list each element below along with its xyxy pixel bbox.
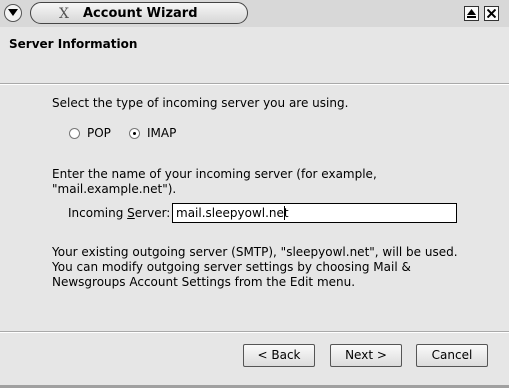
outgoing-info-line2: You can modify outgoing server settings … <box>52 260 411 274</box>
window-title: Account Wizard <box>83 6 198 21</box>
page-title: Server Information <box>9 37 138 51</box>
chevron-down-icon <box>8 9 18 16</box>
server-type-prompt: Select the type of incoming server you a… <box>52 96 349 110</box>
incoming-server-input[interactable]: mail.sleepyowl.net <box>172 203 457 223</box>
button-area-divider-highlight <box>0 332 509 333</box>
radio-imap[interactable] <box>129 128 140 139</box>
incoming-prompt-line1: Enter the name of your incoming server (… <box>52 167 377 181</box>
app-logo: X <box>59 6 69 22</box>
text-caret <box>284 206 285 220</box>
shade-button[interactable] <box>464 6 479 21</box>
title-pill: X Account Wizard <box>30 2 248 24</box>
back-button[interactable]: < Back <box>243 344 315 367</box>
shade-icon <box>467 9 476 18</box>
radio-imap-label[interactable]: IMAP <box>147 126 176 141</box>
outgoing-info-line3: Newsgroups Account Settings from the Edi… <box>52 275 356 289</box>
incoming-server-label-prefix: Incoming <box>68 206 128 220</box>
incoming-server-label-mnemonic: S <box>127 206 135 220</box>
close-icon <box>487 9 496 18</box>
header-divider <box>0 84 509 85</box>
wizard-header: Server Information <box>0 27 509 84</box>
close-button[interactable] <box>484 6 499 21</box>
incoming-prompt-line2: "mail.example.net"). <box>52 182 177 196</box>
radio-pop[interactable] <box>69 128 80 139</box>
incoming-server-label-suffix: erver: <box>134 206 171 220</box>
title-bar: X Account Wizard <box>0 0 509 28</box>
outgoing-info-line1: Your existing outgoing server (SMTP), "s… <box>52 245 458 259</box>
cancel-button[interactable]: Cancel <box>416 344 488 367</box>
next-button[interactable]: Next > <box>330 344 402 367</box>
radio-pop-label[interactable]: POP <box>87 126 111 141</box>
incoming-server-label: Incoming Server: <box>68 206 170 221</box>
window-menu-button[interactable] <box>4 4 22 22</box>
